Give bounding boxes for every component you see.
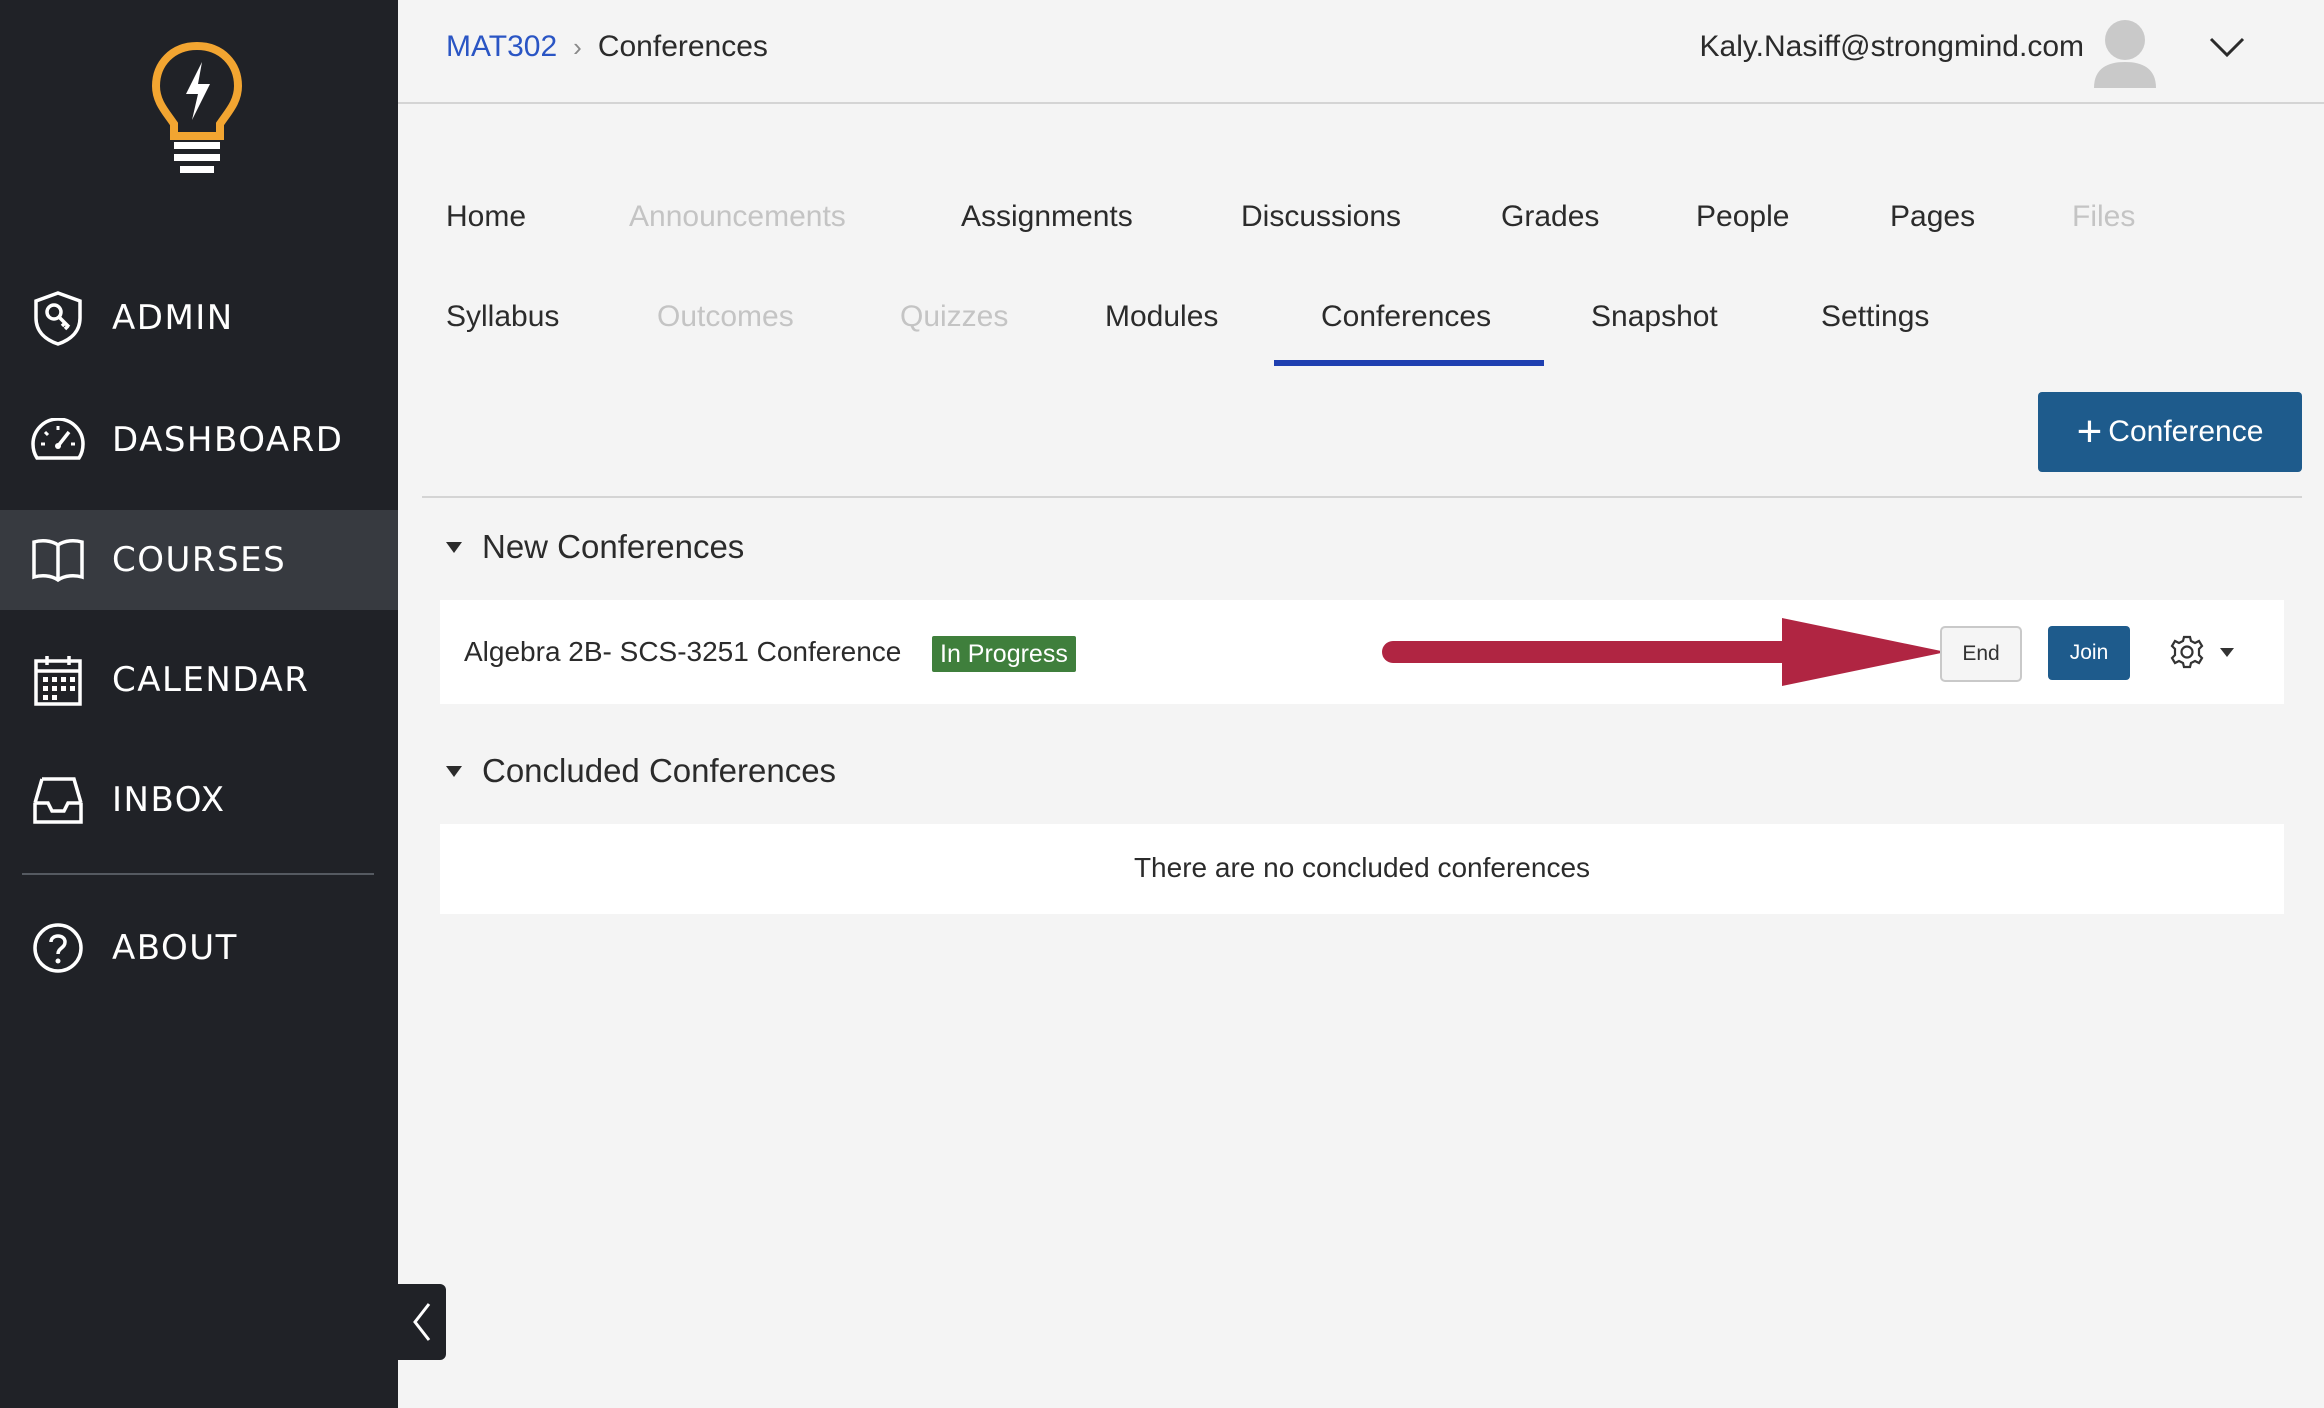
sidebar-item-label: COURSES [112,540,287,580]
sidebar-divider [22,873,374,875]
tab-files: Files [2072,200,2136,233]
sidebar-item-inbox[interactable]: INBOX [0,750,398,850]
breadcrumb-current: Conferences [597,30,768,63]
inbox-tray-icon [30,772,86,828]
tab-snapshot[interactable]: Snapshot [1591,300,1718,334]
breadcrumb: MAT302 › Conferences [446,30,768,64]
tab-grades[interactable]: Grades [1501,200,1599,234]
chevron-down-icon[interactable] [2208,34,2246,60]
sidebar-item-dashboard[interactable]: DASHBOARD [0,390,398,490]
section-title: New Conferences [482,528,745,565]
breadcrumb-separator-icon: › [573,31,582,62]
tab-settings[interactable]: Settings [1821,300,1929,334]
concluded-conferences-card: There are no concluded conferences [440,824,2284,914]
caret-down-icon [446,541,462,553]
sidebar-item-label: INBOX [112,780,226,820]
join-conference-button[interactable]: Join [2048,626,2130,680]
caret-down-icon [2220,647,2234,657]
gear-icon [2170,635,2204,669]
caret-down-icon [446,765,462,777]
add-conference-button[interactable]: + Conference [2038,392,2302,472]
lightbulb-logo-icon[interactable] [150,42,244,177]
sidebar-collapse-button[interactable] [398,1284,446,1360]
status-badge: In Progress [932,636,1076,672]
annotation-arrow-icon [1382,618,1946,686]
conference-name: Algebra 2B- SCS-3251 Conference [464,636,902,667]
sidebar-item-calendar[interactable]: CALENDAR [0,630,398,730]
tab-people[interactable]: People [1696,200,1789,234]
active-tab-indicator [1274,360,1544,366]
concluded-conferences-header[interactable]: Concluded Conferences [446,752,836,790]
section-divider [422,496,2302,498]
user-avatar-icon[interactable] [2092,16,2158,88]
sidebar-item-about[interactable]: ABOUT [0,898,398,998]
tab-modules[interactable]: Modules [1105,300,1218,334]
tab-announcements: Announcements [629,200,846,233]
tab-outcomes: Outcomes [657,300,794,333]
tab-conferences[interactable]: Conferences [1321,300,1491,334]
tab-discussions[interactable]: Discussions [1241,200,1401,234]
add-conference-label: Conference [2108,415,2264,448]
new-conferences-header[interactable]: New Conferences [446,528,744,566]
sidebar: ADMIN DASHBOARD COURSES CALENDAR INBOX A… [0,0,398,1408]
section-title: Concluded Conferences [482,752,837,789]
conference-settings-menu[interactable] [2170,634,2244,670]
tab-pages[interactable]: Pages [1890,200,1975,234]
tab-syllabus[interactable]: Syllabus [446,300,559,334]
top-header: MAT302 › Conferences Kaly.Nasiff@strongm… [398,0,2324,104]
tab-quizzes: Quizzes [900,300,1009,333]
sidebar-item-courses[interactable]: COURSES [0,510,398,610]
sidebar-item-label: DASHBOARD [112,420,344,460]
breadcrumb-course-link[interactable]: MAT302 [446,30,557,64]
tab-home[interactable]: Home [446,200,526,234]
shield-key-icon [30,290,86,346]
user-email[interactable]: Kaly.Nasiff@strongmind.com [1700,30,2084,64]
end-conference-button[interactable]: End [1940,626,2022,682]
chevron-left-icon [413,1303,431,1341]
empty-state-text: There are no concluded conferences [1133,852,1591,883]
open-book-icon [30,532,86,588]
sidebar-item-label: CALENDAR [112,660,310,700]
sidebar-item-label: ADMIN [112,298,234,338]
tab-assignments[interactable]: Assignments [961,200,1133,234]
speedometer-icon [30,412,86,468]
sidebar-item-label: ABOUT [112,928,238,968]
calendar-icon [30,652,86,708]
plus-icon: + [2076,407,2103,456]
sidebar-item-admin[interactable]: ADMIN [0,268,398,368]
question-circle-icon [30,920,86,976]
